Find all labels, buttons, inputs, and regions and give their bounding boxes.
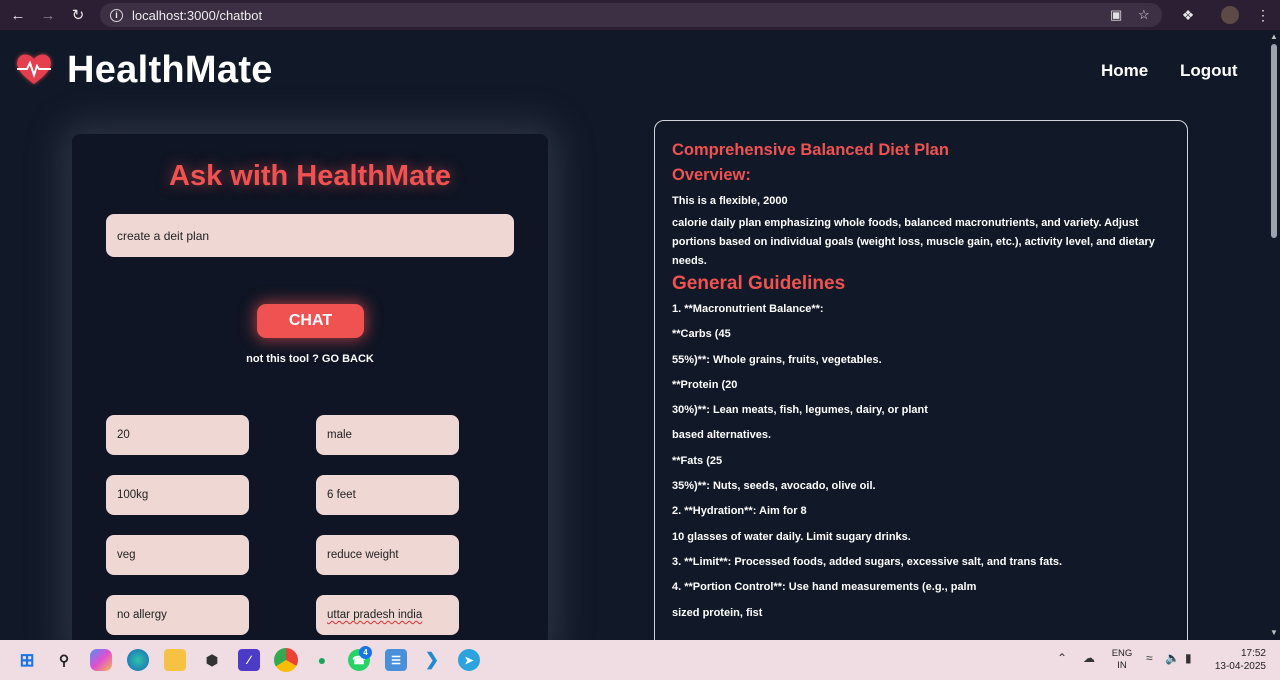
overview-line: This is a flexible, 2000 [672,195,788,207]
clock-time: 17:52 [1240,648,1266,659]
location-field-value: uttar pradesh india [327,609,423,621]
whatsapp-badge: 4 [359,646,372,659]
guideline-line: based alternatives. [672,429,772,442]
plan-title: Comprehensive Balanced Diet Plan [672,141,949,159]
allergy-field[interactable]: no allergy [106,595,249,635]
guideline-line: 3. **Limit**: Processed foods, added sug… [672,555,1063,568]
guideline-line: 30%)**: Lean meats, fish, legumes, dairy… [672,404,928,417]
nav-logout-link[interactable]: Logout [1180,61,1238,81]
vscode-icon[interactable]: ❯ [421,649,443,671]
overview-heading: Overview: [672,166,751,184]
scroll-up-arrow-icon[interactable]: ▲ [1270,33,1278,41]
page-scrollbar[interactable]: ▲ ▼ [1268,30,1280,640]
guideline-line: 35%)**: Nuts, seeds, avocado, olive oil. [672,480,876,493]
copilot-icon[interactable] [90,649,112,671]
windows-taskbar: ⊞ ⚲ ⬢ ∕ ● ☎ 4 ☰ ❯ ➤ ⌃ ☁ ENG IN ≈ 🔈 ▮ 17:… [0,640,1280,680]
goal-field[interactable]: reduce weight [316,535,459,575]
guideline-line: **Protein (20 [672,378,738,391]
app-cube-icon[interactable]: ⬢ [201,649,223,671]
volume-icon[interactable]: 🔈 [1165,651,1180,665]
reload-icon[interactable]: ↻ [64,0,92,30]
show-hidden-icons-chevron-icon[interactable]: ⌃ [1057,651,1067,665]
diet-plan-result-panel: Comprehensive Balanced Diet Plan Overvie… [654,120,1188,640]
guideline-line: 10 glasses of water daily. Limit sugary … [672,530,911,543]
height-field[interactable]: 6 feet [316,475,459,515]
chat-heading: Ask with HealthMate [169,160,451,192]
nav-home-link[interactable]: Home [1101,61,1148,81]
app-title: HealthMate [67,49,273,91]
clock-date: 13-04-2025 [1214,661,1266,672]
guideline-line: 4. **Portion Control**: Use hand measure… [672,581,977,594]
chat-panel: Ask with HealthMate create a deit plan C… [72,134,548,640]
guideline-line: 55%)**: Whole grains, fruits, vegetables… [672,353,882,366]
start-windows-icon[interactable]: ⊞ [16,649,38,671]
url-text: localhost:3000/chatbot [132,7,263,23]
guideline-line: **Fats (25 [672,454,723,467]
address-bar[interactable]: i localhost:3000/chatbot ▣ ☆ [100,3,1162,27]
page-content: HealthMate Home Logout Ask with HealthMa… [0,30,1268,640]
forward-arrow-icon[interactable]: → [34,0,62,30]
profile-avatar[interactable] [1221,6,1239,24]
edge-browser-icon[interactable] [127,649,149,671]
diet-preference-field[interactable]: veg [106,535,249,575]
language-indicator[interactable]: ENG IN [1110,648,1134,672]
mongodb-icon[interactable]: ● [311,649,333,671]
location-field[interactable]: uttar pradesh india [316,595,459,635]
menu-kebab-icon[interactable]: ⋮ [1252,4,1274,26]
bookmark-star-icon[interactable]: ☆ [1138,3,1150,27]
back-arrow-icon[interactable]: ← [4,0,32,30]
chrome-browser-icon[interactable] [274,648,298,672]
guideline-line: sized protein, fist [672,606,763,619]
search-icon[interactable]: ⚲ [53,649,75,671]
gender-field[interactable]: male [316,415,459,455]
scroll-down-arrow-icon[interactable]: ▼ [1270,629,1278,637]
query-input[interactable]: create a deit plan [106,214,514,257]
guideline-line: 2. **Hydration**: Aim for 8 [672,505,807,518]
file-explorer-icon[interactable] [164,649,186,671]
battery-icon[interactable]: ▮ [1185,651,1192,665]
extensions-icon[interactable]: ❖ [1177,4,1199,26]
go-back-link[interactable]: not this tool ? GO BACK [72,353,548,365]
notepad-icon[interactable]: ☰ [385,649,407,671]
site-info-icon[interactable]: i [110,8,123,22]
install-app-icon[interactable]: ▣ [1110,3,1122,27]
chat-button[interactable]: CHAT [257,304,364,338]
query-input-value: create a deit plan [117,228,210,243]
guidelines-heading: General Guidelines [672,273,846,294]
scroll-thumb[interactable] [1271,44,1277,238]
telegram-icon[interactable]: ➤ [458,649,480,671]
notes-app-icon[interactable]: ∕ [238,649,260,671]
heart-pulse-logo-icon [17,54,51,84]
wifi-icon[interactable]: ≈ [1146,651,1153,665]
age-field[interactable]: 20 [106,415,249,455]
onedrive-cloud-icon[interactable]: ☁ [1083,651,1095,665]
guideline-line: 1. **Macronutrient Balance**: [672,303,824,315]
system-clock[interactable]: 17:52 13-04-2025 [1212,647,1266,673]
browser-toolbar: ← → ↻ i localhost:3000/chatbot ▣ ☆ ❖ ⋮ [0,0,1280,30]
weight-field[interactable]: 100kg [106,475,249,515]
language-code: ENG [1111,648,1133,659]
overview-text: calorie daily plan emphasizing whole foo… [672,217,1155,267]
region-code: IN [1117,660,1127,671]
guideline-line: **Carbs (45 [672,328,731,341]
